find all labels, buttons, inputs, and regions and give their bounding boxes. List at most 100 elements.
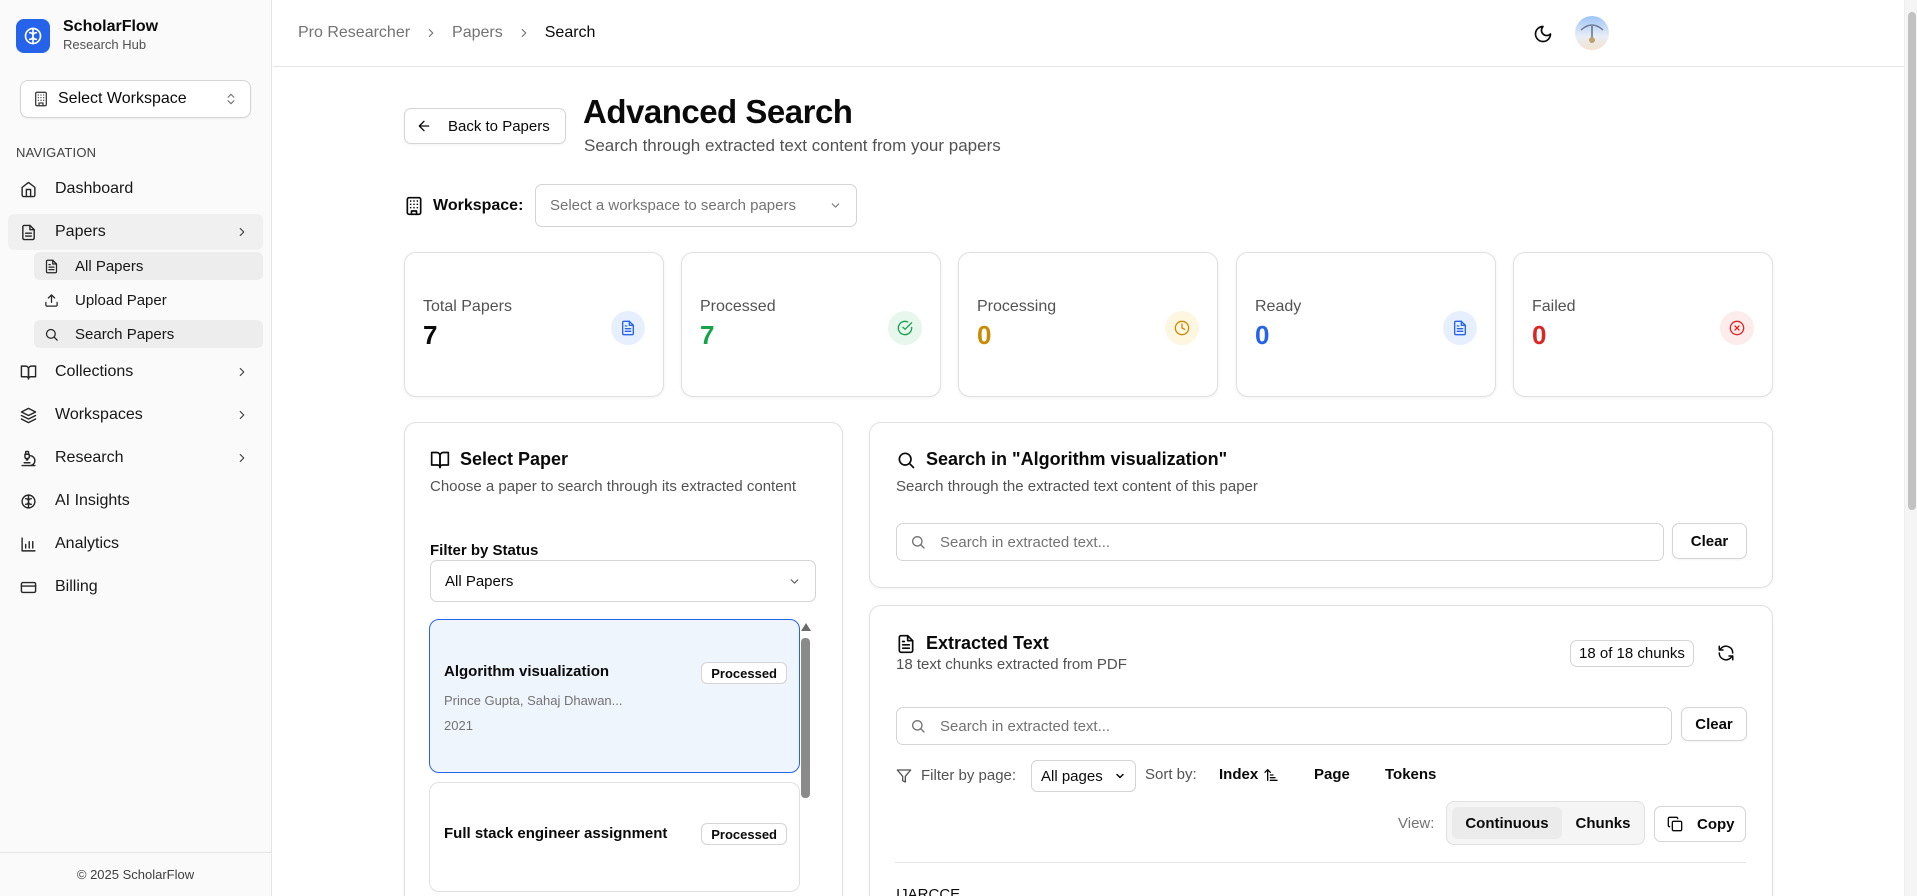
paper-title: Full stack engineer assignment [444, 825, 668, 842]
sort-by-index[interactable]: Index [1219, 766, 1279, 783]
sidebar-item-analytics[interactable]: Analytics [8, 526, 263, 562]
stat-value: 7 [700, 320, 715, 350]
search-placeholder: Search in extracted text... [940, 533, 1111, 551]
sidebar-subitem-label: All Papers [75, 257, 144, 275]
paper-item[interactable]: Full stack engineer assignment Processed [429, 782, 800, 892]
upload-icon [44, 293, 59, 308]
stat-icon-wrap [611, 311, 645, 345]
moon-icon[interactable] [1533, 24, 1553, 44]
stat-label: Total Papers [423, 298, 512, 315]
stat-card-total-papers: Total Papers 7 [404, 252, 664, 397]
sidebar-subitem-upload-paper[interactable]: Upload Paper [34, 286, 263, 314]
search-card-title: Search in "Algorithm visualization" [896, 449, 1227, 470]
filter-page-label: Filter by page: [921, 767, 1017, 784]
breadcrumb-pro-researcher[interactable]: Pro Researcher [298, 24, 410, 42]
topbar: Pro Researcher Papers Search [273, 0, 1917, 67]
avatar[interactable] [1575, 16, 1609, 50]
view-chunks[interactable]: Chunks [1565, 807, 1641, 839]
clock-icon [1174, 320, 1190, 336]
scroll-up-arrow-icon[interactable] [801, 623, 811, 631]
brain-icon [20, 493, 37, 510]
book-open-icon [430, 450, 450, 470]
paper-search-input[interactable]: Search in extracted text... [896, 523, 1664, 561]
sidebar-item-research[interactable]: Research [8, 440, 263, 476]
sidebar-item-papers[interactable]: Papers [8, 214, 263, 250]
select-paper-subtitle: Choose a paper to search through its ext… [430, 478, 797, 495]
breadcrumb-search: Search [544, 24, 596, 41]
brand-name: ScholarFlow [63, 18, 159, 35]
sidebar-subitem-search-papers[interactable]: Search Papers [34, 320, 263, 348]
sort-label: Sort by: [1145, 766, 1197, 783]
back-button-label: Back to Papers [448, 117, 550, 135]
workspace-dropdown[interactable]: Select a workspace to search papers [535, 184, 857, 227]
sidebar-subitem-all-papers[interactable]: All Papers [34, 252, 263, 280]
view-toggle: Continuous Chunks [1446, 801, 1645, 845]
file-text-icon [896, 634, 916, 654]
stat-value: 0 [977, 320, 992, 350]
sidebar-subitem-label: Search Papers [75, 325, 175, 343]
nav-heading: NAVIGATION [16, 145, 97, 160]
scrollbar-thumb[interactable] [801, 638, 810, 798]
page-filter-row: Filter by page: [896, 767, 1016, 784]
stat-icon-wrap [888, 311, 922, 345]
sidebar-item-label: Papers [55, 223, 106, 240]
view-continuous[interactable]: Continuous [1452, 807, 1562, 839]
filter-status-dropdown[interactable]: All Papers [430, 560, 816, 602]
chevron-down-icon [788, 575, 801, 588]
sidebar-item-label: Research [55, 449, 124, 466]
brand-subtitle: Research Hub [63, 37, 147, 52]
workspace-select[interactable]: Select Workspace [20, 80, 251, 118]
sidebar-item-collections[interactable]: Collections [8, 354, 263, 390]
x-circle-icon [1729, 320, 1745, 336]
paper-list: Algorithm visualization Processed Prince… [429, 618, 814, 896]
sort-option-label: Index [1219, 766, 1259, 783]
workspace-dropdown-placeholder: Select a workspace to search papers [550, 197, 796, 214]
copy-button[interactable]: Copy [1654, 806, 1746, 842]
sort-by-tokens[interactable]: Tokens [1385, 766, 1436, 783]
sidebar-item-billing[interactable]: Billing [8, 569, 263, 605]
paper-item[interactable]: Algorithm visualization Processed Prince… [429, 619, 800, 773]
sidebar: ScholarFlow Research Hub Select Workspac… [0, 0, 272, 896]
card-title-label: Extracted Text [926, 633, 1049, 653]
page-title: Advanced Search [583, 93, 853, 130]
breadcrumb-papers[interactable]: Papers [452, 24, 503, 42]
sidebar-item-label: AI Insights [55, 492, 130, 509]
search-card-subtitle: Search through the extracted text conten… [896, 478, 1258, 495]
chevron-right-icon [235, 451, 249, 465]
chevron-right-icon [424, 26, 438, 40]
stat-label: Processing [977, 298, 1057, 315]
arrow-left-icon [416, 118, 432, 134]
stat-icon-wrap [1443, 311, 1477, 345]
chevron-down-icon [1114, 770, 1126, 782]
extracted-search-input[interactable]: Search in extracted text... [896, 707, 1672, 745]
building-icon [33, 91, 49, 107]
scrollbar-thumb[interactable] [1908, 12, 1916, 510]
chunk-count-badge: 18 of 18 chunks [1570, 640, 1694, 667]
paper-year: 2021 [444, 718, 473, 733]
book-open-icon [20, 364, 37, 381]
file-text-icon [44, 259, 59, 274]
clear-search-button[interactable]: Clear [1672, 523, 1747, 559]
brand[interactable]: ScholarFlow Research Hub [16, 18, 158, 53]
copy-icon [1667, 816, 1683, 832]
sidebar-item-ai-insights[interactable]: AI Insights [8, 483, 263, 519]
file-icon [20, 224, 37, 241]
sidebar-item-label: Collections [55, 363, 134, 380]
page-scrollbar[interactable] [1904, 0, 1917, 896]
back-to-papers-button[interactable]: Back to Papers [404, 108, 566, 144]
extracted-text-title: Extracted Text [896, 633, 1049, 654]
stat-card-failed: Failed 0 [1513, 252, 1773, 397]
sidebar-item-workspaces[interactable]: Workspaces [8, 397, 263, 433]
clear-extracted-button[interactable]: Clear [1681, 707, 1747, 741]
select-paper-title: Select Paper [430, 449, 568, 470]
filter-icon [896, 768, 912, 784]
sidebar-item-dashboard[interactable]: Dashboard [8, 171, 263, 207]
extracted-text-subtitle: 18 text chunks extracted from PDF [896, 656, 1127, 673]
page-filter-select[interactable]: All pages [1031, 760, 1136, 792]
chevron-right-icon [235, 408, 249, 422]
sort-by-page[interactable]: Page [1314, 766, 1350, 783]
page-filter-value: All pages [1041, 767, 1103, 785]
paper-list-scrollbar[interactable] [800, 620, 812, 896]
refresh-icon[interactable] [1717, 644, 1735, 662]
divider [895, 862, 1746, 863]
